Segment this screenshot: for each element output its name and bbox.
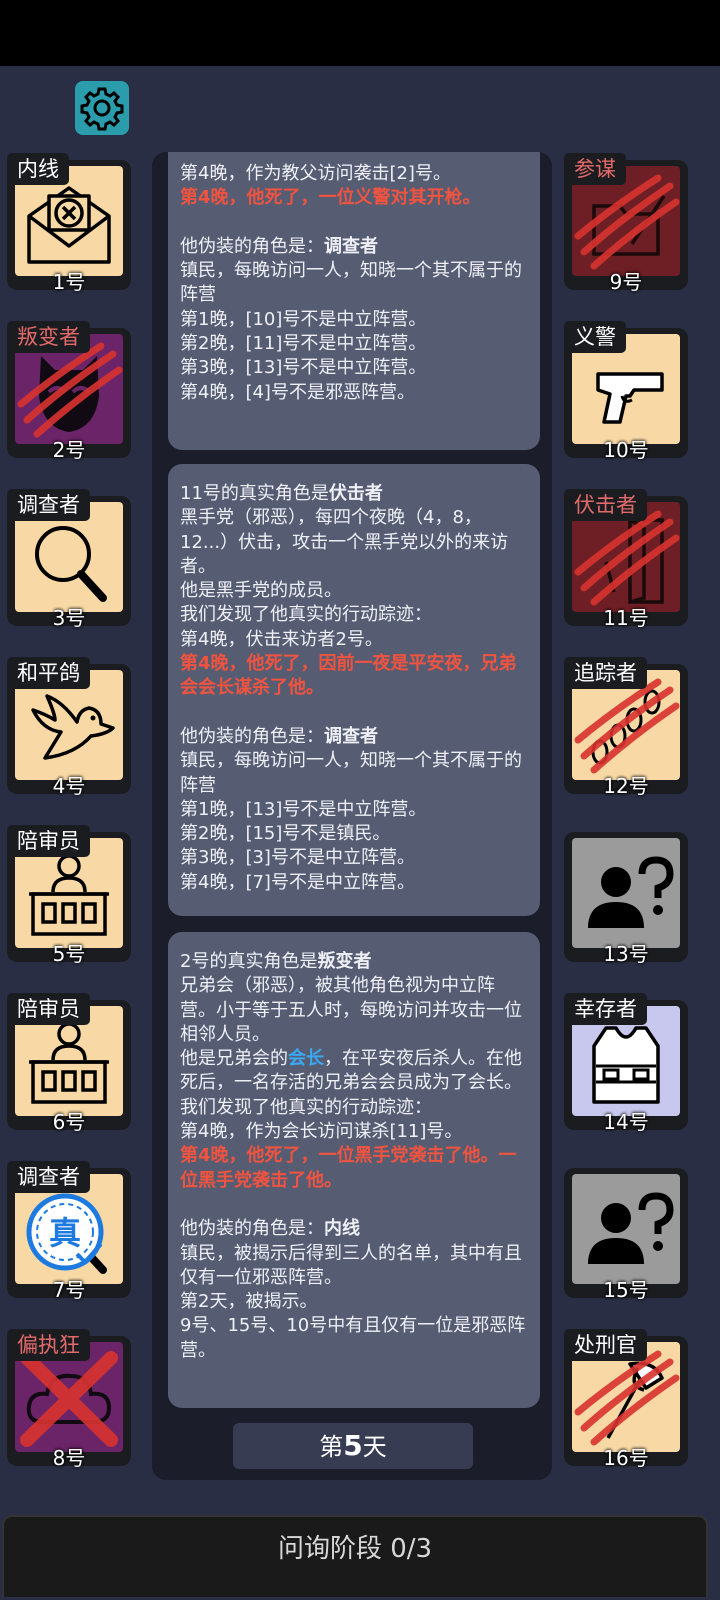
day-indicator: 第5天 — [233, 1423, 473, 1469]
message-card: 11号的真实角色是伏击者 黑手党（邪恶），每四个夜晚（4，8，12...）伏击，… — [168, 464, 540, 916]
role-tag: 陪审员 — [7, 825, 90, 857]
player-number: 12号 — [603, 774, 649, 798]
message-line: 第2晚，[15]号不是镇民。 — [180, 823, 391, 845]
death-line: 第4晚，他死了，一位义警对其开枪。 — [180, 187, 481, 209]
message-line: 第1晚，[13]号不是中立阵营。 — [180, 798, 427, 820]
role-tag: 参谋 — [564, 153, 626, 185]
role-tag: 义警 — [564, 321, 626, 353]
role-tag: 叛变者 — [7, 321, 90, 353]
message-line: 镇民，被揭示后得到三人的名单，其中有且仅有一位邪恶阵营。 — [180, 1242, 522, 1288]
unknown-person-icon — [588, 856, 674, 928]
player-card-6[interactable]: 陪审员 6号 — [7, 993, 131, 1134]
player-card-16[interactable]: 处刑官 16号 — [564, 1329, 688, 1470]
phase-bar[interactable]: 问询阶段 0/3 — [2, 1515, 708, 1597]
message-line: 第4晚，[7]号不是中立阵营。 — [180, 871, 415, 893]
player-card-14[interactable]: 幸存者 14号 — [564, 993, 688, 1134]
player-number: 3号 — [52, 606, 86, 630]
message-line: 第1晚，[10]号不是中立阵营。 — [180, 308, 427, 330]
player-card-9[interactable]: 参谋 9号 — [564, 153, 688, 294]
status-bar — [0, 0, 720, 66]
role-tag: 追踪者 — [564, 657, 647, 689]
player-card-10[interactable]: 义警 10号 — [564, 321, 688, 462]
role-tag: 内线 — [7, 153, 69, 185]
player-card-11[interactable]: 伏击者 11号 — [564, 489, 688, 630]
role-tag: 调查者 — [7, 1161, 90, 1193]
message-line: 第3晚，[3]号不是中立阵营。 — [180, 847, 415, 869]
message-line: 第2晚，[11]号不是中立阵营。 — [180, 333, 427, 355]
player-number: 8号 — [52, 1446, 86, 1470]
player-card-1[interactable]: 内线 1号 — [7, 153, 131, 294]
role-tag: 处刑官 — [564, 1329, 647, 1361]
message-line: 他是黑手党的成员。 — [180, 580, 342, 602]
role-tag: 偏执狂 — [7, 1329, 90, 1361]
message-line: 第4晚，[4]号不是邪恶阵营。 — [180, 381, 415, 403]
role-tag: 和平鸽 — [7, 657, 90, 689]
message-log[interactable]: 第4晚，作为教父访问袭击[2]号。 第4晚，他死了，一位义警对其开枪。 他伪装的… — [152, 152, 552, 1480]
player-number: 9号 — [609, 270, 643, 294]
player-card-8[interactable]: 偏执狂 8号 — [7, 1329, 131, 1470]
card-face — [572, 1174, 680, 1284]
message-line: 第4晚，作为会长访问谋杀[11]号。 — [180, 1121, 463, 1143]
player-number: 5号 — [52, 942, 86, 966]
player-card-7[interactable]: 真 调查者 7号 — [7, 1161, 131, 1302]
message-line: 第4晚，伏击来访者2号。 — [180, 628, 383, 650]
player-number: 16号 — [603, 1446, 649, 1470]
message-line: 2号的真实角色是叛变者 — [180, 951, 372, 972]
player-number: 1号 — [52, 270, 86, 294]
message-line: 他伪装的角色是：调查者 — [180, 725, 378, 747]
player-number: 2号 — [52, 438, 86, 462]
card-face — [572, 838, 680, 948]
message-line: 黑手党（邪恶），每四个夜晚（4，8，12...）伏击，攻击一个黑手党以外的来访者… — [180, 507, 509, 577]
player-card-2[interactable]: 叛变者 2号 — [7, 321, 131, 462]
settings-button[interactable] — [75, 81, 129, 135]
death-line: 第4晚，他死了，因前一夜是平安夜，兄弟会会长谋杀了他。 — [180, 653, 517, 699]
message-line: 兄弟会（邪恶），被其他角色视为中立阵营。小于等于五人时，每晚访问并攻击一位相邻人… — [180, 975, 522, 1045]
gear-icon — [80, 87, 124, 131]
unknown-person-icon — [588, 1192, 674, 1264]
player-card-15[interactable]: 15号 — [564, 1168, 688, 1302]
message-line: 我们发现了他真实的行动踪迹： — [180, 1096, 432, 1118]
message-line: 他伪装的角色是：内线 — [180, 1218, 360, 1240]
message-line: 镇民，每晚访问一人，知晓一个其不属于的阵营 — [180, 260, 522, 306]
player-number: 10号 — [603, 438, 649, 462]
role-tag: 幸存者 — [564, 993, 647, 1025]
role-link[interactable]: 会长 — [288, 1048, 324, 1069]
message-card: 第4晚，作为教父访问袭击[2]号。 第4晚，他死了，一位义警对其开枪。 他伪装的… — [168, 152, 540, 450]
message-line: 镇民，每晚访问一人，知晓一个其不属于的阵营 — [180, 750, 522, 796]
player-number: 11号 — [603, 606, 649, 630]
player-card-5[interactable]: 陪审员 5号 — [7, 825, 131, 966]
player-number: 6号 — [52, 1110, 86, 1134]
player-card-4[interactable]: 和平鸽 4号 — [7, 657, 131, 798]
message-line: 第4晚，作为教父访问袭击[2]号。 — [180, 163, 451, 184]
message-line: 他伪装的角色是：调查者 — [180, 235, 378, 257]
role-tag: 调查者 — [7, 489, 90, 521]
player-number: 13号 — [603, 942, 649, 966]
message-line: 他是兄弟会的会长，在平安夜后杀人。在他死后，一名存活的兄弟会会员成为了会长。 — [180, 1048, 522, 1094]
death-line: 第4晚，他死了，一位黑手党袭击了他。一位黑手党袭击了他。 — [180, 1145, 517, 1191]
message-line: 9号、15号、10号中有且仅有一位是邪恶阵营。 — [180, 1315, 526, 1361]
player-number: 15号 — [603, 1278, 649, 1302]
player-number: 14号 — [603, 1110, 649, 1134]
player-card-12[interactable]: 追踪者 12号 — [564, 657, 688, 798]
player-card-3[interactable]: 调查者 3号 — [7, 489, 131, 630]
player-card-13[interactable]: 13号 — [564, 832, 688, 966]
role-tag: 伏击者 — [564, 489, 647, 521]
role-tag: 陪审员 — [7, 993, 90, 1025]
message-line: 第2天，被揭示。 — [180, 1291, 318, 1313]
message-card: 2号的真实角色是叛变者 兄弟会（邪恶），被其他角色视为中立阵营。小于等于五人时，… — [168, 932, 540, 1408]
player-number: 7号 — [52, 1278, 86, 1302]
player-number: 4号 — [52, 774, 86, 798]
message-line: 11号的真实角色是伏击者 — [180, 483, 383, 504]
message-line: 第3晚，[13]号不是中立阵营。 — [180, 357, 427, 379]
seal-text: 真 — [49, 1214, 81, 1252]
message-line: 我们发现了他真实的行动踪迹： — [180, 604, 432, 626]
